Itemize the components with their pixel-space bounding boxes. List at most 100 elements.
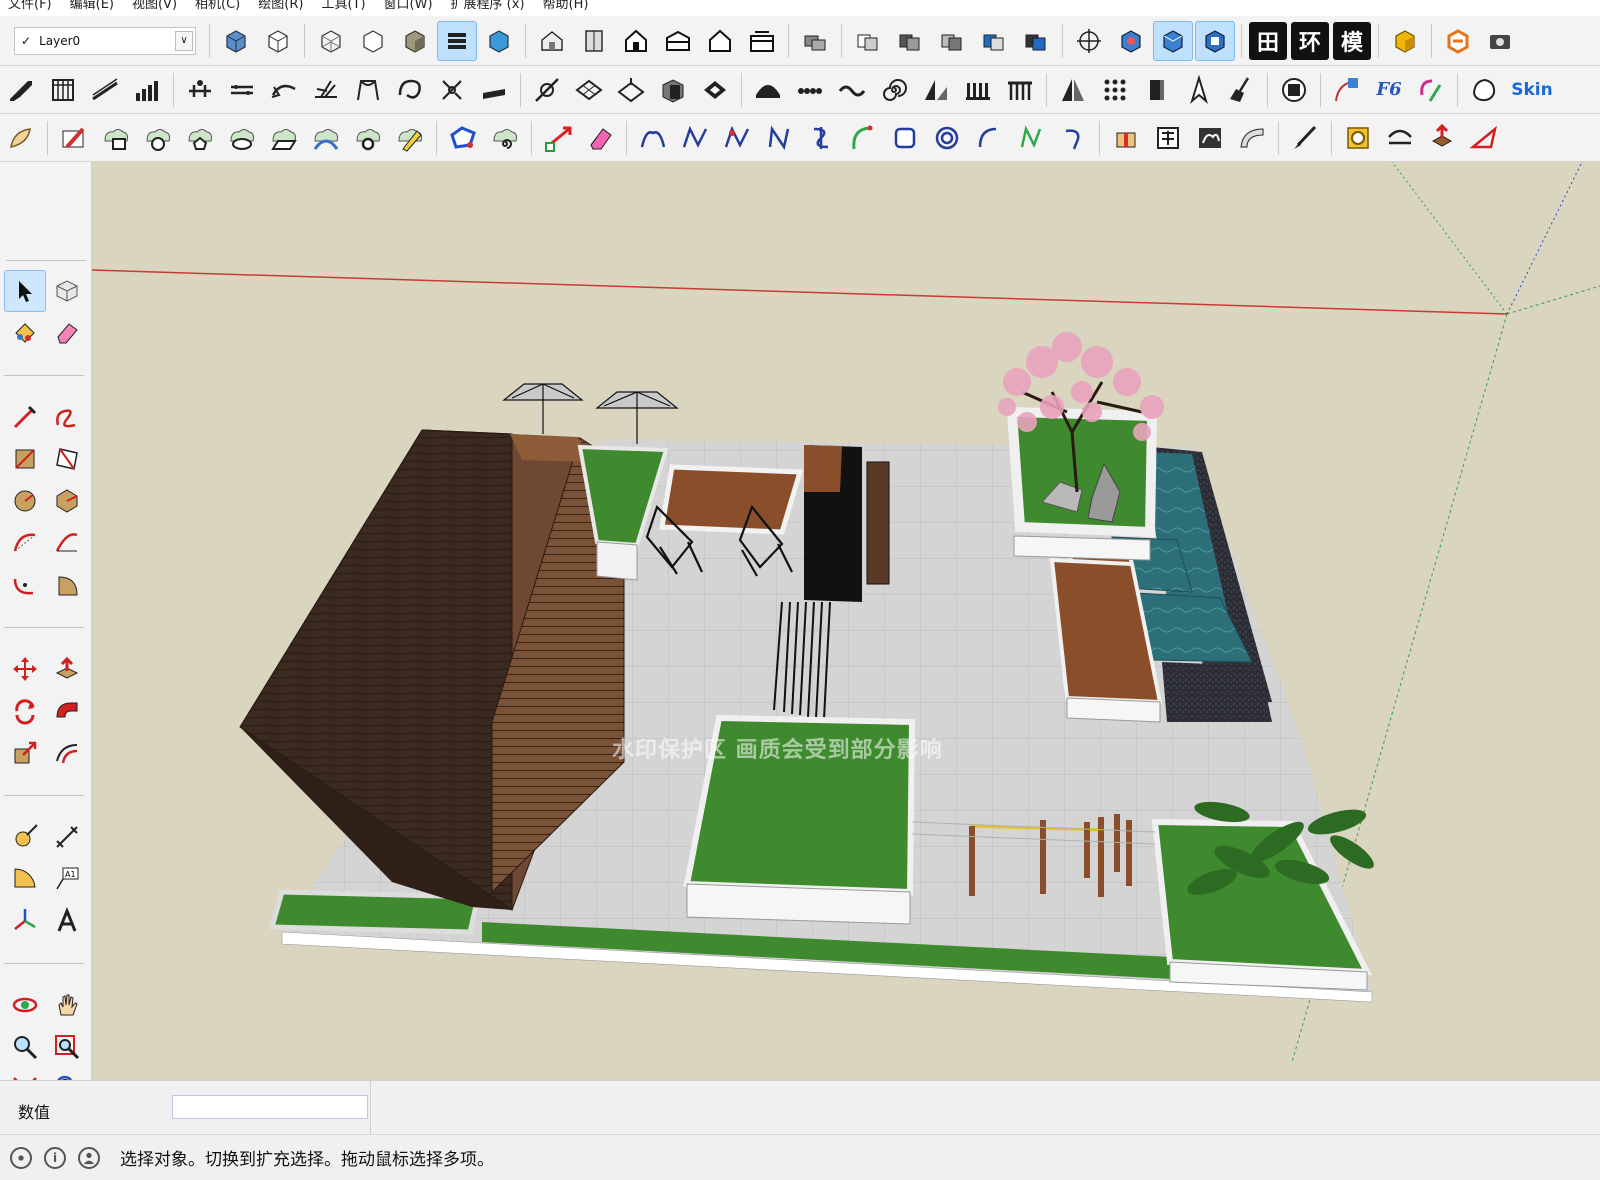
- scale-icon[interactable]: [4, 732, 46, 774]
- top-view-icon[interactable]: [574, 21, 614, 61]
- trim-icon[interactable]: [1016, 21, 1056, 61]
- display-section-cuts-icon[interactable]: [1195, 20, 1235, 61]
- move-icon[interactable]: [4, 648, 46, 690]
- flat-bar-icon[interactable]: [474, 70, 514, 110]
- camera-icon[interactable]: [1480, 21, 1520, 61]
- push-up-icon[interactable]: [1422, 118, 1462, 158]
- front-view-icon[interactable]: [616, 21, 656, 61]
- edge-tools-icon[interactable]: [180, 70, 220, 110]
- rectangle-icon[interactable]: [4, 438, 46, 480]
- polygon-icon[interactable]: [46, 480, 88, 522]
- pie-icon[interactable]: [46, 564, 88, 606]
- hidden-line-box-icon[interactable]: [258, 21, 298, 61]
- curve-magic-icon[interactable]: [1411, 70, 1451, 110]
- slope-icon[interactable]: [916, 70, 956, 110]
- xray-style-icon[interactable]: [311, 21, 351, 61]
- cloud-circle-icon[interactable]: [138, 118, 178, 158]
- position-camera-icon[interactable]: [1069, 21, 1109, 61]
- model-scene[interactable]: [92, 162, 1600, 1080]
- cloud-spiral-icon[interactable]: [485, 118, 525, 158]
- right-view-icon[interactable]: [658, 21, 698, 61]
- outer-shell-icon[interactable]: [848, 21, 888, 61]
- offset-icon[interactable]: [46, 732, 88, 774]
- display-section-planes-icon[interactable]: [1153, 20, 1193, 61]
- pencil-cut-icon[interactable]: [54, 118, 94, 158]
- weld-icon[interactable]: [527, 70, 567, 110]
- cloud-arc-icon[interactable]: [306, 118, 346, 158]
- subtract-icon[interactable]: [974, 21, 1014, 61]
- wireframe-style-icon[interactable]: [353, 21, 393, 61]
- select-arrow-icon[interactable]: [4, 270, 46, 312]
- spiral-icon[interactable]: [874, 70, 914, 110]
- arc-tool-a-icon[interactable]: [633, 118, 673, 158]
- leaf-shape-icon[interactable]: [1, 118, 41, 158]
- open-arc-icon[interactable]: [969, 118, 1009, 158]
- axes-icon[interactable]: [4, 900, 46, 942]
- pencil-line-icon[interactable]: [4, 396, 46, 438]
- menu-camera[interactable]: 相机(C): [187, 0, 250, 16]
- cloud-parallelogram-icon[interactable]: [264, 118, 304, 158]
- s-curve-icon[interactable]: [801, 118, 841, 158]
- grid-plane-up-icon[interactable]: [611, 70, 651, 110]
- cloud-polygon-icon[interactable]: [180, 118, 220, 158]
- arc-icon[interactable]: [4, 522, 46, 564]
- info-icon[interactable]: i: [44, 1146, 66, 1169]
- zigzag-tool-icon[interactable]: [675, 118, 715, 158]
- zoom-window-icon[interactable]: [46, 1026, 88, 1068]
- iso-view-icon[interactable]: [532, 21, 572, 61]
- dimension-icon[interactable]: [46, 816, 88, 858]
- union-icon[interactable]: [932, 21, 972, 61]
- cloud-circle-small-icon[interactable]: [348, 118, 388, 158]
- menu-view[interactable]: 视图(V): [124, 0, 187, 16]
- skin-plugin-button[interactable]: Skin: [1507, 71, 1557, 109]
- push-pull-icon[interactable]: [46, 648, 88, 690]
- environment-plugin-button[interactable]: 环: [1291, 21, 1329, 60]
- texture-fur-icon[interactable]: [1190, 118, 1230, 158]
- cloud-ellipse-icon[interactable]: [222, 118, 262, 158]
- umbrella-left[interactable]: [502, 383, 584, 434]
- freehand-icon[interactable]: [46, 396, 88, 438]
- grid-plane-icon[interactable]: [569, 70, 609, 110]
- three-point-arc-icon[interactable]: [4, 564, 46, 606]
- two-point-arc-icon[interactable]: [46, 522, 88, 564]
- user-account-icon[interactable]: [78, 1146, 100, 1169]
- model-plugin-button[interactable]: 模: [1333, 21, 1371, 60]
- dome-icon[interactable]: [748, 70, 788, 110]
- measure-arrow-icon[interactable]: [538, 118, 578, 158]
- gift-box-icon[interactable]: [1106, 118, 1146, 158]
- rounded-square-icon[interactable]: [885, 118, 925, 158]
- parallel-lines-icon[interactable]: [222, 70, 262, 110]
- mirror-icon[interactable]: [1053, 70, 1093, 110]
- bench-strip[interactable]: [866, 461, 890, 585]
- cloud-rectangle-icon[interactable]: [96, 118, 136, 158]
- bridge-arc-icon[interactable]: [1380, 118, 1420, 158]
- pillars-icon[interactable]: [958, 70, 998, 110]
- bead-chain-icon[interactable]: [790, 70, 830, 110]
- door-block-icon[interactable]: [1137, 70, 1177, 110]
- paint-bucket-icon[interactable]: [4, 312, 46, 354]
- menu-draw[interactable]: 绘图(R): [250, 0, 313, 16]
- quarter-arc-icon[interactable]: [843, 118, 883, 158]
- cloud-pen-icon[interactable]: [390, 118, 430, 158]
- zoom-icon[interactable]: [4, 1026, 46, 1068]
- seal-frame-icon[interactable]: [1148, 118, 1188, 158]
- compass-drop-icon[interactable]: [1179, 70, 1219, 110]
- monochrome-style-icon[interactable]: [479, 21, 519, 61]
- stairs-icon[interactable]: [1, 70, 41, 110]
- brush-stroke-icon[interactable]: [1285, 118, 1325, 158]
- ramp-icon[interactable]: [85, 70, 125, 110]
- section-plane-icon[interactable]: [1111, 21, 1151, 61]
- component-box-icon[interactable]: [1385, 21, 1425, 61]
- intersect-icon[interactable]: [890, 21, 930, 61]
- eraser-pink-icon[interactable]: [580, 118, 620, 158]
- tape-measure-icon[interactable]: [4, 816, 46, 858]
- arch-icon[interactable]: [348, 70, 388, 110]
- gold-ring-icon[interactable]: [1338, 118, 1378, 158]
- blue-outline-icon[interactable]: [443, 118, 483, 158]
- broom-icon[interactable]: [1221, 70, 1261, 110]
- soften-curve-icon[interactable]: [1327, 70, 1367, 110]
- orbit-icon[interactable]: [4, 984, 46, 1026]
- split-lines-icon[interactable]: [306, 70, 346, 110]
- menu-extensions[interactable]: 扩展程序 (x): [443, 0, 535, 16]
- concentric-icon[interactable]: [927, 118, 967, 158]
